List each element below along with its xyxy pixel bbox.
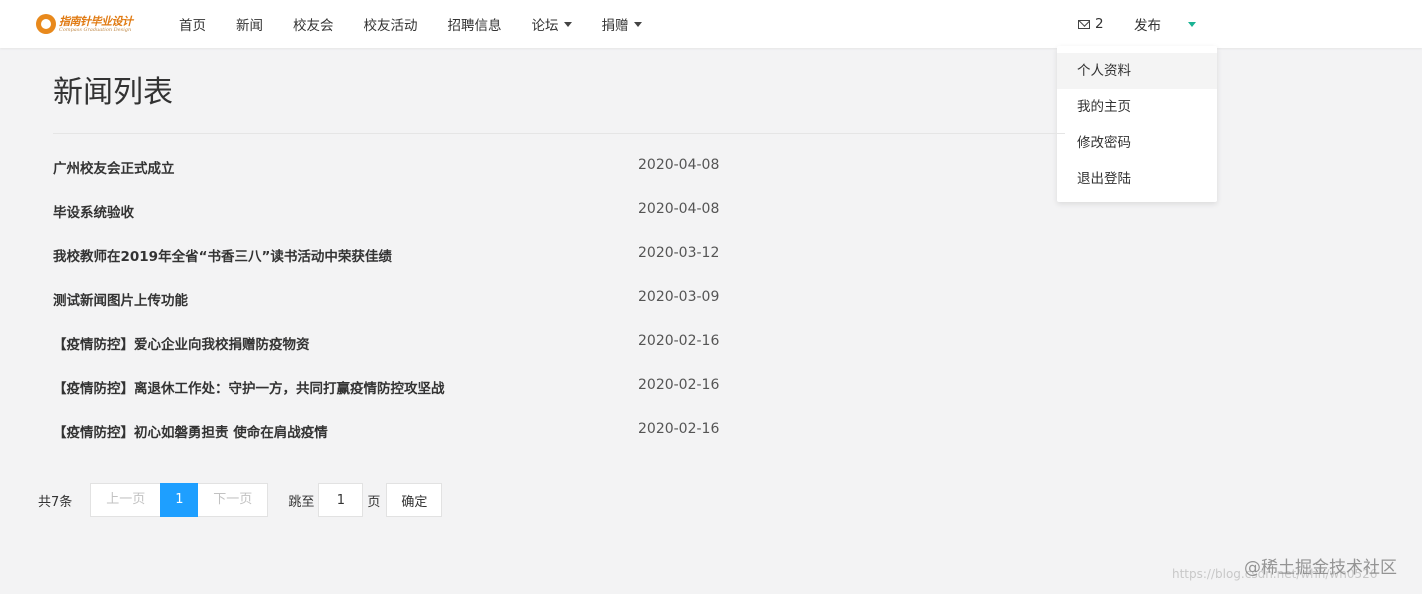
- news-date: 2020-02-16: [638, 333, 720, 349]
- news-title-link[interactable]: 测试新闻图片上传功能: [53, 289, 188, 309]
- nav-label: 新闻: [236, 18, 263, 34]
- publish-button[interactable]: 发布: [1134, 0, 1161, 48]
- menu-item-my-homepage[interactable]: 我的主页: [1057, 89, 1217, 125]
- messages-button[interactable]: 2: [1078, 0, 1104, 48]
- nav-item-forum[interactable]: 论坛: [532, 14, 572, 34]
- compass-logo-icon: [36, 14, 56, 34]
- list-item: 【疫情防控】离退休工作处：守护一方，共同打赢疫情防控攻坚战 2020-02-16: [53, 365, 753, 409]
- list-item: 【疫情防控】爱心企业向我校捐赠防疫物资 2020-02-16: [53, 321, 753, 365]
- nav-label: 论坛: [531, 18, 559, 34]
- nav-label: 捐赠: [601, 18, 629, 34]
- nav-item-news[interactable]: 新闻: [236, 14, 263, 34]
- news-list: 广州校友会正式成立 2020-04-08 毕设系统验收 2020-04-08 我…: [53, 145, 753, 453]
- news-date: 2020-03-09: [638, 289, 720, 305]
- list-item: 【疫情防控】初心如磐勇担责 使命在肩战疫情 2020-02-16: [53, 409, 753, 453]
- message-count: 2: [1095, 16, 1104, 32]
- menu-item-logout[interactable]: 退出登陆: [1057, 161, 1217, 197]
- nav-label: 招聘信息: [447, 18, 502, 34]
- prev-page-button[interactable]: 上一页: [90, 483, 161, 517]
- envelope-icon: [1078, 19, 1090, 29]
- news-title-link[interactable]: 毕设系统验收: [53, 201, 134, 221]
- page-unit-label: 页: [367, 494, 381, 510]
- list-item: 广州校友会正式成立 2020-04-08: [53, 145, 753, 189]
- menu-item-change-password[interactable]: 修改密码: [1057, 125, 1217, 161]
- news-title-link[interactable]: 【疫情防控】离退休工作处：守护一方，共同打赢疫情防控攻坚战: [53, 377, 445, 397]
- logo-title: 指南针毕业设计: [59, 14, 133, 28]
- page-title: 新闻列表: [53, 75, 173, 110]
- caret-down-icon: [633, 21, 642, 27]
- nav-label: 首页: [179, 18, 206, 34]
- nav-item-alumni-activities[interactable]: 校友活动: [364, 14, 418, 34]
- logo-subtitle: Compass Graduation Design: [59, 26, 132, 33]
- news-date: 2020-03-12: [638, 245, 720, 261]
- confirm-jump-button[interactable]: 确定: [386, 483, 443, 517]
- menu-item-profile[interactable]: 个人资料: [1057, 53, 1217, 89]
- top-navbar: 指南针毕业设计 Compass Graduation Design 首页 新闻 …: [0, 0, 1422, 48]
- next-page-button[interactable]: 下一页: [198, 483, 269, 517]
- nav-label: 校友会: [293, 18, 334, 34]
- nav-item-home[interactable]: 首页: [179, 14, 206, 34]
- watermark-brand: @稀土掘金技术社区: [1244, 558, 1397, 578]
- nav-item-donation[interactable]: 捐赠: [602, 14, 642, 34]
- list-item: 测试新闻图片上传功能 2020-03-09: [53, 277, 753, 321]
- nav-label: 校友活动: [363, 18, 418, 34]
- news-date: 2020-02-16: [638, 377, 720, 393]
- logo-text: 指南针毕业设计 Compass Graduation Design: [59, 16, 133, 33]
- news-title-link[interactable]: 我校教师在2019年全省“书香三八”读书活动中荣获佳绩: [53, 245, 392, 265]
- jump-label: 跳至: [288, 494, 315, 510]
- title-divider: [53, 133, 1065, 134]
- site-logo[interactable]: 指南针毕业设计 Compass Graduation Design: [36, 14, 133, 34]
- news-title-link[interactable]: 【疫情防控】初心如磐勇担责 使命在肩战疫情: [53, 421, 328, 441]
- user-dropdown-menu: 个人资料 我的主页 修改密码 退出登陆: [1057, 46, 1217, 202]
- list-item: 我校教师在2019年全省“书香三八”读书活动中荣获佳绩 2020-03-12: [53, 233, 753, 277]
- news-date: 2020-02-16: [638, 421, 720, 437]
- nav-item-alumni-association[interactable]: 校友会: [293, 14, 334, 34]
- news-title-link[interactable]: 广州校友会正式成立: [53, 157, 175, 177]
- main-nav: 首页 新闻 校友会 校友活动 招聘信息 论坛 捐赠: [179, 0, 672, 48]
- pagination: 共7条 上一页 1 下一页 跳至 页 确定: [38, 483, 443, 517]
- nav-item-recruitment[interactable]: 招聘信息: [448, 14, 502, 34]
- news-title-link[interactable]: 【疫情防控】爱心企业向我校捐赠防疫物资: [53, 333, 310, 353]
- caret-down-icon: [1188, 21, 1196, 27]
- current-page-button[interactable]: 1: [160, 483, 199, 517]
- list-item: 毕设系统验收 2020-04-08: [53, 189, 753, 233]
- jump-page-input[interactable]: [318, 483, 364, 517]
- news-date: 2020-04-08: [638, 157, 720, 173]
- publish-label: 发布: [1134, 18, 1161, 34]
- caret-down-icon: [563, 21, 572, 27]
- total-count: 共7条: [38, 494, 73, 510]
- user-menu-toggle[interactable]: [1188, 0, 1196, 48]
- news-date: 2020-04-08: [638, 201, 720, 217]
